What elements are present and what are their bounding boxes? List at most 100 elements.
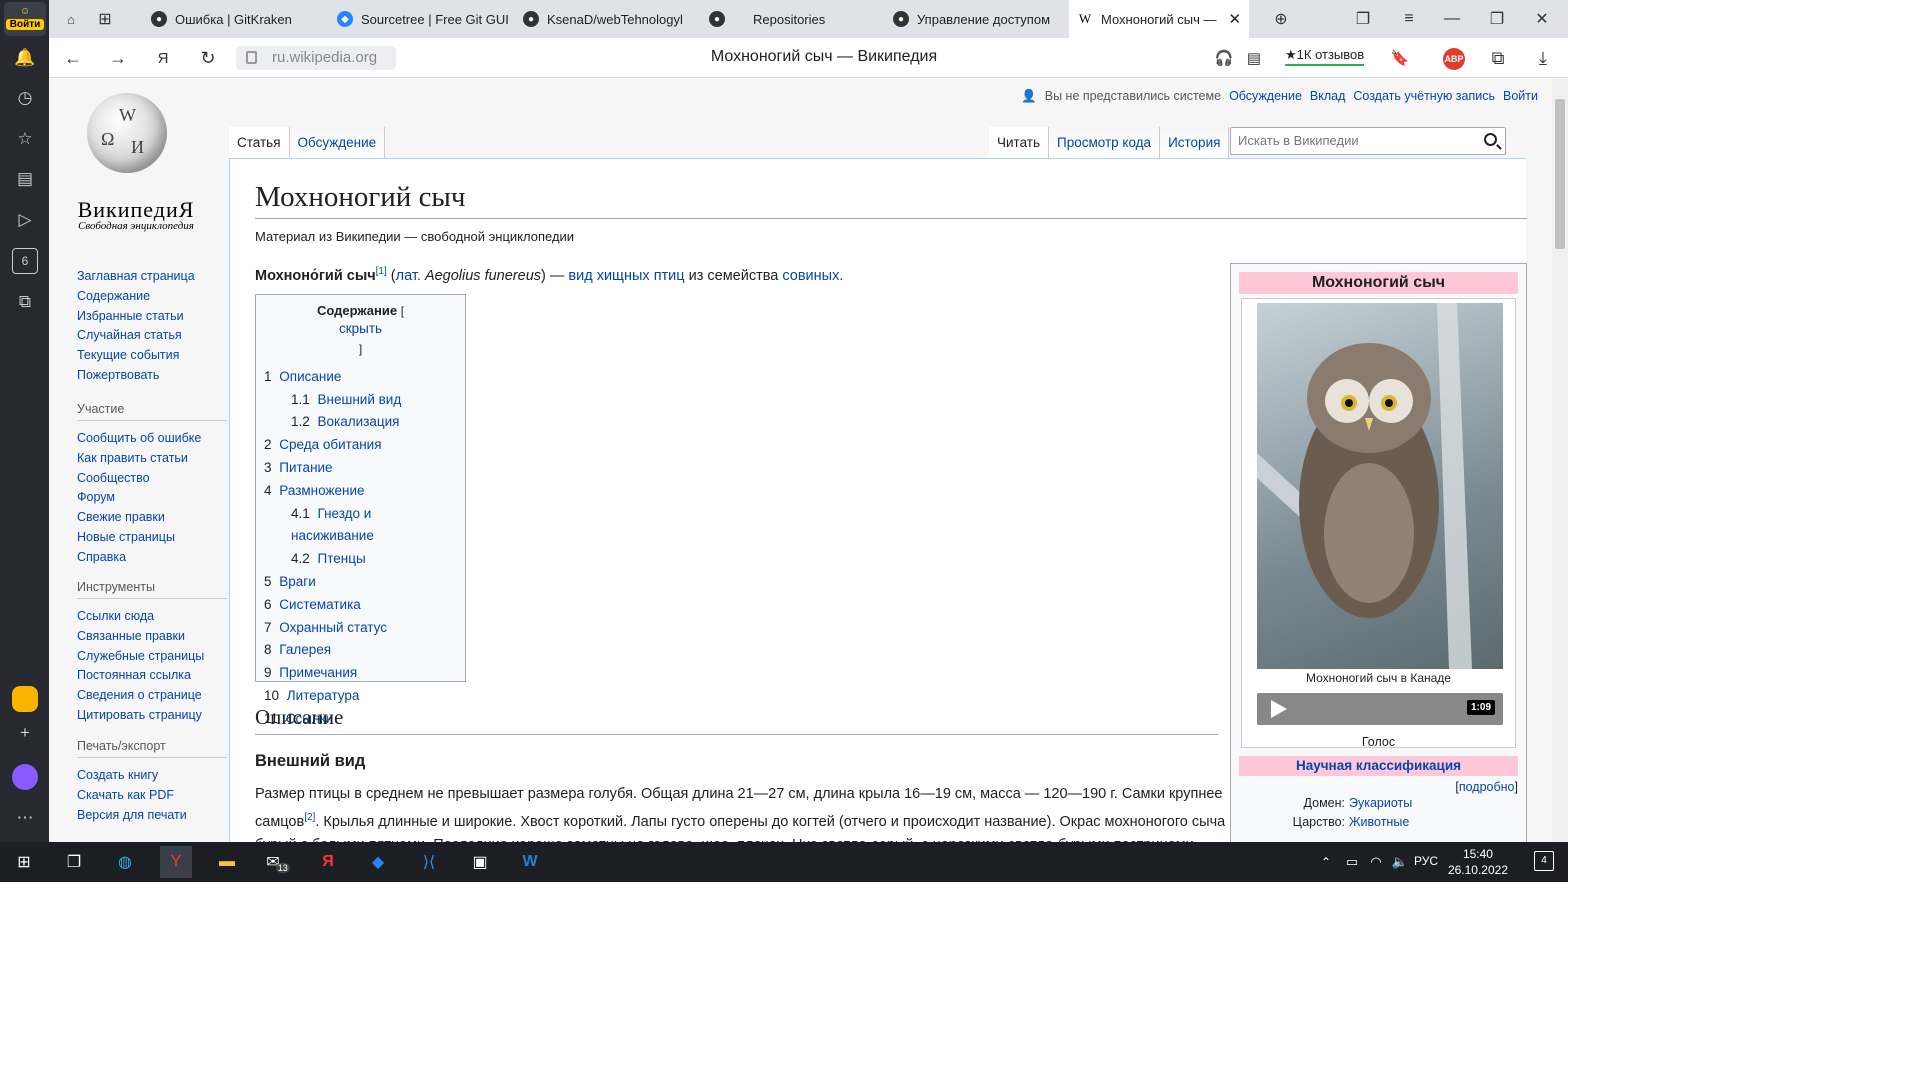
new-tab-icon[interactable]: ⊕ bbox=[1261, 0, 1301, 38]
nav-link[interactable]: Новые страницы bbox=[77, 528, 227, 548]
classification-link[interactable]: Научная классификация bbox=[1296, 758, 1461, 773]
reload-icon[interactable]: ↻ bbox=[196, 46, 220, 70]
search-input[interactable]: Искать в Википедии bbox=[1230, 127, 1506, 155]
nav-link[interactable]: Заглавная страница bbox=[77, 267, 227, 287]
ref-link[interactable]: [2] bbox=[304, 812, 315, 823]
tab-manager-icon[interactable]: ❐ bbox=[1343, 0, 1383, 38]
language-indicator[interactable]: РУС bbox=[1414, 854, 1438, 868]
nav-link[interactable]: Сообщить об ошибке bbox=[77, 429, 227, 449]
nav-link[interactable]: Как править статьи bbox=[77, 449, 227, 469]
taxon-link[interactable]: Животные bbox=[1349, 813, 1409, 832]
nav-link[interactable]: Служебные страницы bbox=[77, 647, 227, 667]
restore-icon[interactable]: ❐ bbox=[1477, 0, 1517, 38]
alice-icon[interactable] bbox=[12, 764, 38, 790]
tab-discussion[interactable]: Обсуждение bbox=[289, 127, 386, 159]
audio-player[interactable]: 1:09 bbox=[1257, 693, 1503, 725]
tab-sourcetree[interactable]: ◆ Sourcetree | Free Git GUI bbox=[329, 0, 509, 38]
collections-icon[interactable]: ▤ bbox=[12, 166, 38, 192]
toc-item[interactable]: 7 Охранный статус bbox=[264, 617, 457, 640]
nav-link[interactable]: Случайная статья bbox=[77, 326, 227, 346]
raptors-link[interactable]: хищных птиц bbox=[597, 268, 685, 284]
toc-item[interactable]: 4.1 Гнездо и насиживание bbox=[264, 503, 457, 549]
video-icon[interactable]: ▷ bbox=[12, 207, 38, 233]
login-button[interactable]: ☺ Войти bbox=[4, 2, 46, 36]
bell-icon[interactable]: 🔔 bbox=[12, 45, 38, 71]
bookmarks-star-icon[interactable]: ☆ bbox=[12, 126, 38, 152]
sourcetree-icon[interactable]: ◆ bbox=[362, 846, 394, 878]
tab-gitkraken[interactable]: ● Ошибка | GitKraken bbox=[143, 0, 323, 38]
taxon-link[interactable]: Эукариоты bbox=[1349, 794, 1412, 813]
nav-link[interactable]: Связанные правки bbox=[77, 627, 227, 647]
bookmark-icon[interactable]: 🔖 bbox=[1388, 46, 1412, 70]
tab-view-source[interactable]: Просмотр кода bbox=[1049, 127, 1161, 159]
url-field[interactable]: ru.wikipedia.org bbox=[236, 46, 396, 70]
app-icon[interactable]: ▣ bbox=[464, 846, 496, 878]
contributions-link[interactable]: Вклад bbox=[1310, 89, 1346, 104]
new-group-icon[interactable]: ⊞ bbox=[85, 0, 125, 38]
market-icon[interactable] bbox=[12, 686, 38, 712]
tab-access[interactable]: ● Управление доступом bbox=[885, 0, 1065, 38]
tab-read[interactable]: Читать bbox=[989, 127, 1049, 159]
reader-icon[interactable]: ▤ bbox=[1242, 46, 1266, 70]
toc-item[interactable]: 1 Описание bbox=[264, 366, 457, 389]
history-icon[interactable]: ◷ bbox=[12, 85, 38, 111]
nav-link[interactable]: Справка bbox=[77, 548, 227, 568]
minimize-icon[interactable]: — bbox=[1432, 0, 1472, 38]
nav-link[interactable]: Создать книгу bbox=[77, 766, 227, 786]
wikipedia-globe-logo[interactable]: WΩИ bbox=[87, 93, 167, 173]
scrollbar-thumb[interactable] bbox=[1555, 99, 1565, 249]
tab-github-repo[interactable]: ● KsenaD/webTehnologyl bbox=[515, 0, 695, 38]
add-panel-icon[interactable]: + bbox=[12, 720, 38, 746]
login-link[interactable]: Войти bbox=[1503, 89, 1538, 104]
mail-icon[interactable]: ✉ 13 bbox=[262, 846, 294, 878]
volume-icon[interactable]: 🔈 bbox=[1384, 846, 1416, 878]
download-icon[interactable]: ⤓ bbox=[1531, 46, 1555, 70]
start-icon[interactable]: ⊞ bbox=[8, 846, 40, 878]
search-icon[interactable] bbox=[1484, 133, 1497, 146]
nav-link[interactable]: Текущие события bbox=[77, 346, 227, 366]
yandex-icon[interactable]: Я bbox=[151, 46, 175, 70]
more-icon[interactable]: ⋯ bbox=[12, 805, 38, 831]
owls-link[interactable]: совиных bbox=[782, 268, 839, 284]
nav-link[interactable]: Сообщество bbox=[77, 469, 227, 489]
extension-icon[interactable]: ⧉ bbox=[1486, 46, 1510, 70]
toc-item[interactable]: 3 Питание bbox=[264, 457, 457, 480]
nav-link[interactable]: Постоянная ссылка bbox=[77, 666, 227, 686]
nav-link[interactable]: Сведения о странице bbox=[77, 686, 227, 706]
play-icon[interactable] bbox=[1271, 700, 1287, 718]
vid-link[interactable]: вид bbox=[568, 268, 592, 284]
reviews-badge[interactable]: ★1К отзывов bbox=[1285, 47, 1365, 66]
forward-icon[interactable]: → bbox=[106, 46, 130, 70]
file-explorer-icon[interactable]: ▬ bbox=[211, 846, 243, 878]
back-icon[interactable]: ← bbox=[61, 46, 85, 70]
headphones-icon[interactable]: 🎧 bbox=[1212, 46, 1236, 70]
vscode-icon[interactable]: ⟩⟨ bbox=[413, 846, 445, 878]
more-link[interactable]: подробно bbox=[1459, 780, 1515, 794]
toc-item[interactable]: 2 Среда обитания bbox=[264, 434, 457, 457]
toc-item[interactable]: 5 Враги bbox=[264, 571, 457, 594]
tab-history[interactable]: История bbox=[1160, 127, 1230, 159]
screenshot-icon[interactable]: ⧉ bbox=[12, 289, 38, 315]
nav-link[interactable]: Ссылки сюда bbox=[77, 607, 227, 627]
toc-item[interactable]: 6 Систематика bbox=[264, 594, 457, 617]
menu-icon[interactable]: ≡ bbox=[1389, 0, 1429, 38]
owl-photo[interactable] bbox=[1257, 303, 1503, 669]
yandex-icon[interactable]: Я bbox=[312, 846, 344, 878]
task-view-icon[interactable]: ❐ bbox=[58, 846, 90, 878]
clock[interactable]: 15:40 26.10.2022 bbox=[1448, 846, 1508, 878]
edge-icon[interactable]: ◍ bbox=[109, 846, 141, 878]
toc-item[interactable]: 8 Галерея bbox=[264, 639, 457, 662]
page-scrollbar[interactable] bbox=[1552, 79, 1568, 842]
lat-link[interactable]: лат. bbox=[396, 268, 421, 284]
tab-article[interactable]: Статья bbox=[229, 127, 290, 159]
create-account-link[interactable]: Создать учётную запись bbox=[1353, 89, 1495, 104]
toc-item[interactable]: 9 Примечания bbox=[264, 662, 457, 685]
nav-link[interactable]: Пожертвовать bbox=[77, 366, 227, 386]
toc-item[interactable]: 4 Размножение bbox=[264, 480, 457, 503]
tabs-count-icon[interactable]: 6 bbox=[12, 248, 38, 274]
window-close-icon[interactable]: ✕ bbox=[1522, 0, 1562, 38]
nav-link[interactable]: Избранные статьи bbox=[77, 307, 227, 327]
tab-wikipedia[interactable]: W Мохноногий сыч — ✕ bbox=[1069, 0, 1249, 38]
nav-link[interactable]: Свежие правки bbox=[77, 508, 227, 528]
nav-link[interactable]: Скачать как PDF bbox=[77, 786, 227, 806]
